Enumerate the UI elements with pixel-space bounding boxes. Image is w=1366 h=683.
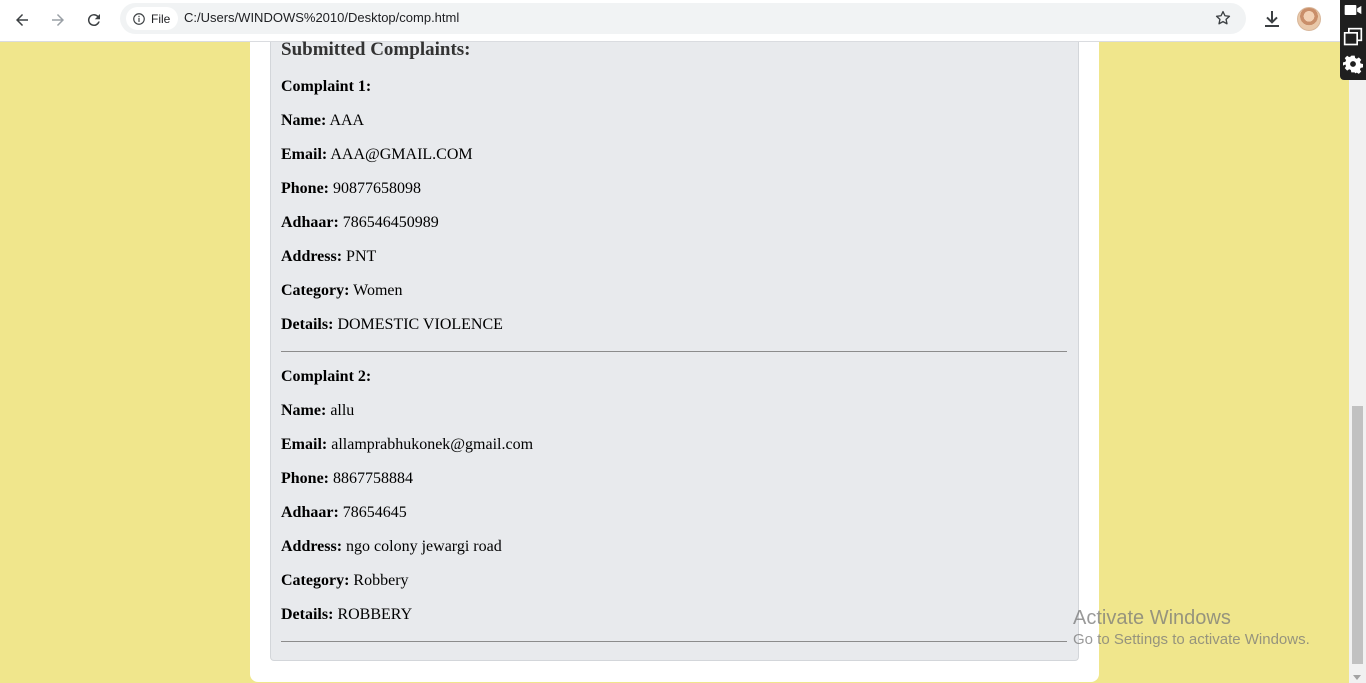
complaint-field-email: Email: AAA@GMAIL.COM bbox=[281, 146, 473, 164]
field-value: AAA@GMAIL.COM bbox=[330, 146, 473, 163]
download-icon[interactable] bbox=[1260, 7, 1284, 31]
info-icon bbox=[133, 12, 145, 25]
field-value: 786546450989 bbox=[342, 214, 439, 231]
field-value: Women bbox=[353, 282, 403, 299]
url-text[interactable]: C:/Users/WINDOWS%2010/Desktop/comp.html bbox=[184, 10, 459, 25]
field-value: 90877658098 bbox=[333, 180, 421, 197]
field-value: Robbery bbox=[353, 572, 409, 589]
complaint-divider bbox=[281, 351, 1067, 352]
forward-button[interactable] bbox=[44, 6, 72, 34]
browser-toolbar: File C:/Users/WINDOWS%2010/Desktop/comp.… bbox=[0, 0, 1340, 42]
complaint-field-address: Address: ngo colony jewargi road bbox=[281, 538, 502, 556]
field-label: Name: bbox=[281, 112, 327, 129]
complaint-field-category: Category: Women bbox=[281, 282, 403, 300]
field-label: Phone: bbox=[281, 180, 329, 197]
gear-icon[interactable] bbox=[1343, 54, 1363, 74]
site-info-label: File bbox=[151, 11, 171, 26]
field-label: Address: bbox=[281, 538, 343, 555]
vertical-scrollbar[interactable] bbox=[1349, 80, 1366, 683]
reload-icon bbox=[87, 14, 100, 27]
field-label: Phone: bbox=[281, 470, 329, 487]
field-value: ngo colony jewargi road bbox=[346, 538, 502, 555]
field-label: Adhaar: bbox=[281, 214, 339, 231]
video-camera-icon[interactable] bbox=[1343, 0, 1363, 20]
complaint-field-details: Details: ROBBERY bbox=[281, 606, 412, 624]
complaint-field-phone: Phone: 8867758884 bbox=[281, 470, 413, 488]
field-value: AAA bbox=[329, 112, 365, 129]
picture-in-picture-icon[interactable] bbox=[1343, 27, 1363, 47]
profile-avatar[interactable] bbox=[1297, 7, 1321, 31]
complaint-divider bbox=[281, 641, 1067, 642]
field-label: Email: bbox=[281, 146, 328, 163]
complaint-title: Complaint 1: bbox=[281, 78, 372, 95]
complaint-field-adhaar: Adhaar: 78654645 bbox=[281, 504, 407, 522]
complaint-field-phone: Phone: 90877658098 bbox=[281, 180, 421, 198]
field-value: PNT bbox=[346, 248, 377, 265]
back-arrow-icon bbox=[16, 14, 28, 26]
watermark-subtitle: Go to Settings to activate Windows. bbox=[1073, 631, 1310, 648]
star-icon[interactable] bbox=[1214, 9, 1232, 27]
complaints-section: Submitted Complaints: Complaint 1: Name:… bbox=[270, 39, 1079, 661]
complaint-field-category: Category: Robbery bbox=[281, 572, 409, 590]
complaint-field-name: Name: AAA bbox=[281, 112, 364, 130]
complaint-field-email: Email: allamprabhukonek@gmail.com bbox=[281, 436, 533, 454]
back-button[interactable] bbox=[8, 6, 36, 34]
field-value: 78654645 bbox=[342, 504, 407, 521]
field-value: DOMESTIC VIOLENCE bbox=[337, 316, 503, 333]
site-info-chip[interactable]: File bbox=[126, 7, 179, 30]
complaint-field-address: Address: PNT bbox=[281, 248, 376, 266]
field-label: Name: bbox=[281, 402, 327, 419]
field-value: 8867758884 bbox=[333, 470, 413, 487]
complaint-field-details: Details: DOMESTIC VIOLENCE bbox=[281, 316, 503, 334]
field-label: Adhaar: bbox=[281, 504, 339, 521]
scroll-down-arrow-icon[interactable] bbox=[1353, 675, 1361, 680]
field-label: Category: bbox=[281, 282, 350, 299]
complaint-title: Complaint 2: bbox=[281, 368, 372, 385]
field-label: Address: bbox=[281, 248, 343, 265]
field-label: Email: bbox=[281, 436, 328, 453]
complaints-heading: Submitted Complaints: bbox=[281, 39, 471, 60]
overlay-side-panel bbox=[1340, 0, 1366, 80]
field-label: Details: bbox=[281, 606, 334, 623]
field-label: Details: bbox=[281, 316, 334, 333]
reload-button[interactable] bbox=[80, 6, 108, 34]
complaint-field-adhaar: Adhaar: 786546450989 bbox=[281, 214, 439, 232]
field-value: allu bbox=[330, 402, 355, 419]
address-bar[interactable]: File C:/Users/WINDOWS%2010/Desktop/comp.… bbox=[120, 3, 1246, 34]
watermark-title: Activate Windows bbox=[1073, 607, 1231, 629]
field-value: allamprabhukonek@gmail.com bbox=[331, 436, 534, 453]
activate-windows-watermark: Activate Windows Go to Settings to activ… bbox=[1073, 606, 1310, 650]
field-value: ROBBERY bbox=[337, 606, 413, 623]
scrollbar-thumb[interactable] bbox=[1352, 406, 1363, 664]
forward-arrow-icon bbox=[52, 14, 64, 26]
complaint-field-name: Name: allu bbox=[281, 402, 354, 420]
main-card: Submitted Complaints: Complaint 1: Name:… bbox=[250, 39, 1099, 682]
field-label: Category: bbox=[281, 572, 350, 589]
